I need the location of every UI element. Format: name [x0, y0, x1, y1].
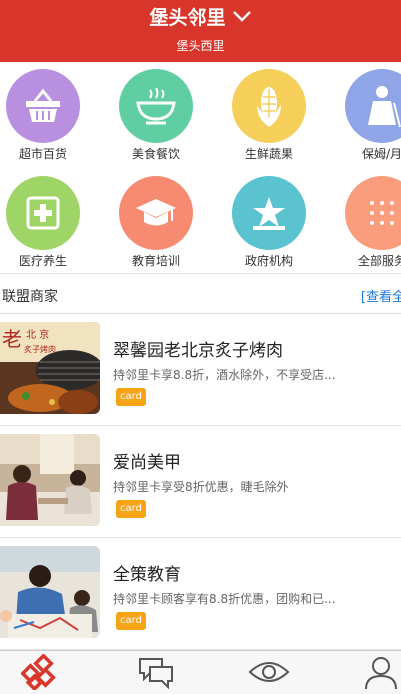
tab-discover[interactable] [244, 655, 294, 693]
section-header: 联盟商家 [查看全 [0, 276, 401, 314]
card-badge: card [116, 388, 146, 406]
eye-icon [247, 658, 291, 690]
category-education[interactable]: 教育培训 [113, 169, 213, 273]
chat-icon [136, 655, 176, 693]
merchant-name: 翠馨园老北京炙子烤肉 [113, 341, 283, 361]
merchant-photo [0, 434, 100, 526]
medical-icon [6, 176, 80, 250]
merchant-desc: 持邻里卡享8.8折，酒水除外，不享受店... [113, 368, 336, 382]
section-title: 联盟商家 [2, 289, 58, 305]
community-subtitle: 堡头西里 [176, 39, 225, 53]
merchant-item[interactable]: 爱尚美甲 持邻里卡享受8折优惠，睫毛除外 card [0, 426, 401, 538]
category-label: 超市百货 [18, 147, 67, 161]
merchant-item[interactable]: 全策教育 持邻里卡顾客享有8.8折优惠，团购和已... card [0, 538, 401, 650]
thumb-logo-char: 老 [2, 327, 22, 351]
basket-icon [6, 69, 80, 143]
tab-messages[interactable] [131, 655, 181, 693]
category-label: 医疗养生 [18, 254, 67, 268]
corn-icon [232, 69, 306, 143]
housekeeper-icon [345, 69, 401, 143]
tab-home[interactable] [16, 653, 66, 694]
bowl-icon [119, 69, 193, 143]
merchant-photo: 老 北 京 炙子烤肉 [0, 322, 100, 414]
category-label: 教育培训 [131, 254, 180, 268]
merchant-item[interactable]: 老 北 京 炙子烤肉 翠馨园老北京炙子烤肉 持邻里卡享8.8折，酒水除外，不享受… [0, 314, 401, 426]
tab-profile[interactable] [356, 655, 401, 693]
category-fresh-produce[interactable]: 生鲜蔬果 [226, 62, 326, 168]
top-header: 堡头邻里 堡头西里 [0, 0, 401, 62]
category-label: 美食餐饮 [131, 147, 180, 161]
category-grid: 超市百货 美食餐饮 生鲜蔬果 保姆/月 医疗养生 教育培训 政府机构 全部服 [0, 62, 401, 274]
merchant-photo [0, 546, 100, 638]
merchant-desc: 持邻里卡享受8折优惠，睫毛除外 [113, 480, 289, 494]
card-badge: card [116, 500, 146, 518]
grid-dots-icon [345, 176, 401, 250]
bottom-tab-bar [0, 650, 401, 694]
merchant-name: 全策教育 [113, 565, 181, 585]
merchant-desc: 持邻里卡顾客享有8.8折优惠，团购和已... [113, 592, 336, 606]
community-title: 堡头邻里 [149, 7, 226, 29]
chevron-down-icon [232, 5, 252, 29]
category-supermarket[interactable]: 超市百货 [0, 62, 100, 168]
merchant-name: 爱尚美甲 [113, 453, 181, 473]
category-housekeeping[interactable]: 保姆/月 [339, 62, 401, 168]
view-all-link[interactable]: [查看全 [361, 286, 401, 305]
category-label: 保姆/月 [361, 147, 401, 161]
thumb-logo-line2: 炙子烤肉 [24, 344, 56, 354]
category-food[interactable]: 美食餐饮 [113, 62, 213, 168]
category-all-services[interactable]: 全部服务 [339, 169, 401, 273]
emblem-icon [232, 176, 306, 250]
category-label: 全部服务 [357, 254, 401, 268]
thumb-logo-line1: 北 京 [26, 328, 49, 341]
community-selector[interactable]: 堡头邻里 [0, 6, 401, 30]
graduation-cap-icon [119, 176, 193, 250]
category-label: 政府机构 [244, 254, 293, 268]
category-label: 生鲜蔬果 [244, 147, 293, 161]
user-icon [363, 654, 399, 694]
category-government[interactable]: 政府机构 [226, 169, 326, 273]
category-medical[interactable]: 医疗养生 [0, 169, 100, 273]
card-badge: card [116, 612, 146, 630]
home-icon [20, 653, 61, 694]
